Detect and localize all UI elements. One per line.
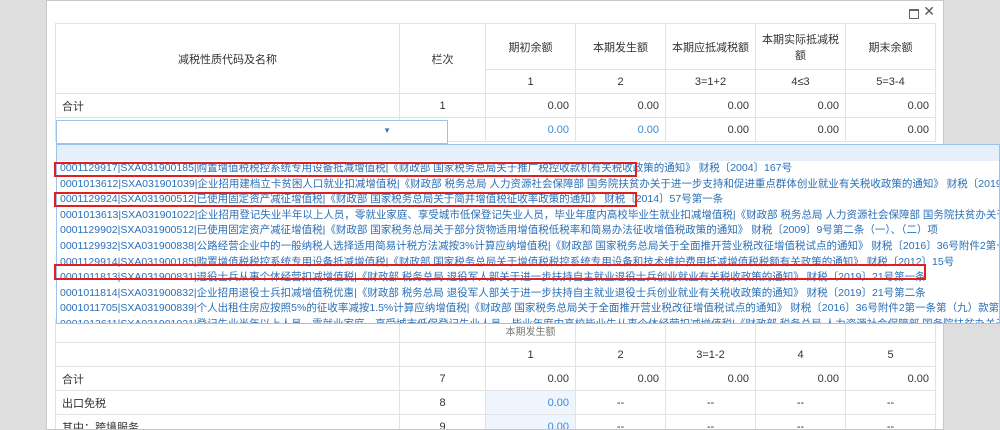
cell-value: 0.00 <box>485 366 576 391</box>
reduction-code-select[interactable]: ▼ <box>56 120 448 144</box>
row-number: 7 <box>399 366 486 391</box>
maximize-icon[interactable] <box>909 9 919 19</box>
col-num-2: 2 <box>575 69 666 94</box>
dropdown-option[interactable]: 0001013613|SXA031901022|企业招用登记失业半年以上人员，零… <box>57 208 999 224</box>
cross-border-label: 其中：跨境服务 <box>55 414 400 429</box>
row-number: 1 <box>399 93 486 118</box>
export-exempt-label: 出口免税 <box>55 390 400 415</box>
col-num-2: 2 <box>575 342 666 367</box>
cell-value: -- <box>575 390 666 415</box>
col-num-1: 1 <box>485 342 576 367</box>
total-label: 合计 <box>55 366 400 391</box>
table-row: 合计 1 0.00 0.00 0.00 0.00 0.00 <box>55 93 936 118</box>
col-num-1: 1 <box>485 69 576 94</box>
header-col5: 期末余额 <box>845 23 936 70</box>
dropdown-option[interactable]: 0001129902|SXA031900512|已使用固定资产减征增值税|《财政… <box>57 223 999 239</box>
cell-value: -- <box>845 414 936 429</box>
cell-value: -- <box>755 414 846 429</box>
cell-value: 0.00 <box>755 93 846 118</box>
dropdown-option[interactable]: 0001129924|SXA031900512|已使用固定资产减征增值税|《财政… <box>57 192 999 208</box>
col-num-3: 3=1+2 <box>665 69 756 94</box>
table-row: 出口免税 8 0.00 -- -- -- -- <box>55 390 936 415</box>
col-num-5: 5=3-4 <box>845 69 936 94</box>
dropdown-option[interactable]: 0001013612|SXA031901039|企业招用建档立卡贫困人口就业扣减… <box>57 177 999 193</box>
dropdown-option[interactable]: 0001129914|SXA031900185|购置增值税税控系统专用设备抵减增… <box>57 255 999 271</box>
cell-value: 0.00 <box>845 366 936 391</box>
dropdown-option[interactable]: 0001129917|SXA031900185|购置增值税税控系统专用设备抵减增… <box>57 161 999 177</box>
cell-value: -- <box>845 390 936 415</box>
header-col4: 本期实际抵减税额 <box>755 23 846 70</box>
table-row: 其中：跨境服务 9 0.00 -- -- -- -- <box>55 414 936 429</box>
dropdown-option[interactable]: 0001011813|SXA031900831|退役士兵从事个体经营扣减增值税|… <box>57 270 999 286</box>
cell-input[interactable]: 0.00 <box>575 117 666 142</box>
dropdown-search-bar[interactable] <box>57 145 999 161</box>
cell-value: 0.00 <box>845 117 936 142</box>
close-icon[interactable]: ✕ <box>923 4 935 18</box>
dropdown-option[interactable]: 0001011814|SXA031900832|企业招用退役士兵扣减增值税优惠|… <box>57 286 999 302</box>
cell-value: -- <box>665 390 756 415</box>
cell-input[interactable]: 0.00 <box>485 117 576 142</box>
cell-input[interactable]: 0.00 <box>485 414 576 429</box>
col-num-3: 3=1-2 <box>665 342 756 367</box>
header-name: 减税性质代码及名称 <box>55 23 400 94</box>
dropdown-option[interactable]: 0001129932|SXA031900838|公路经营企业中的一般纳税人选择适… <box>57 239 999 255</box>
cell-value: -- <box>665 414 756 429</box>
row-number: 8 <box>399 390 486 415</box>
table-row: 合计 7 0.00 0.00 0.00 0.00 0.00 <box>55 366 936 391</box>
cell-value: -- <box>575 414 666 429</box>
cell-value: 0.00 <box>845 93 936 118</box>
dialog-titlebar: ✕ <box>47 1 943 23</box>
header-row-no: 栏次 <box>399 23 486 94</box>
col-num-5: 5 <box>845 342 936 367</box>
cell-value: 0.00 <box>575 366 666 391</box>
header-col3: 本期应抵减税额 <box>665 23 756 70</box>
cell-value: 0.00 <box>665 117 756 142</box>
cell-value: 0.00 <box>665 93 756 118</box>
dropdown-option[interactable]: 0001013611|SXA031901021|登记失业半年以上人员，零就业家庭… <box>57 317 999 323</box>
cell-input[interactable]: 0.00 <box>755 117 846 142</box>
total-label: 合计 <box>55 93 400 118</box>
dropdown-option[interactable]: 0001011705|SXA031900839|个人出租住房应按照5%的征收率减… <box>57 301 999 317</box>
chevron-down-icon[interactable]: ▼ <box>383 126 391 135</box>
cell-value: 0.00 <box>485 93 576 118</box>
col-num-4: 4 <box>755 342 846 367</box>
cell-value: -- <box>755 390 846 415</box>
exemption-table: 本期发生额 1 2 3=1-2 4 5 合计 7 0.00 0.00 0.00 … <box>55 318 936 429</box>
cell-value: 0.00 <box>755 366 846 391</box>
col-num-4: 4≤3 <box>755 69 846 94</box>
row-number: 9 <box>399 414 486 429</box>
cell-value: 0.00 <box>665 366 756 391</box>
header-col1: 期初余额 <box>485 23 576 70</box>
cell-input[interactable]: 0.00 <box>485 390 576 415</box>
header-col2: 本期发生额 <box>575 23 666 70</box>
dropdown-options: 0001129917|SXA031900185|购置增值税税控系统专用设备抵减增… <box>57 161 999 323</box>
cell-value: 0.00 <box>575 93 666 118</box>
reduction-code-dropdown[interactable]: 0001129917|SXA031900185|购置增值税税控系统专用设备抵减增… <box>56 144 1000 324</box>
